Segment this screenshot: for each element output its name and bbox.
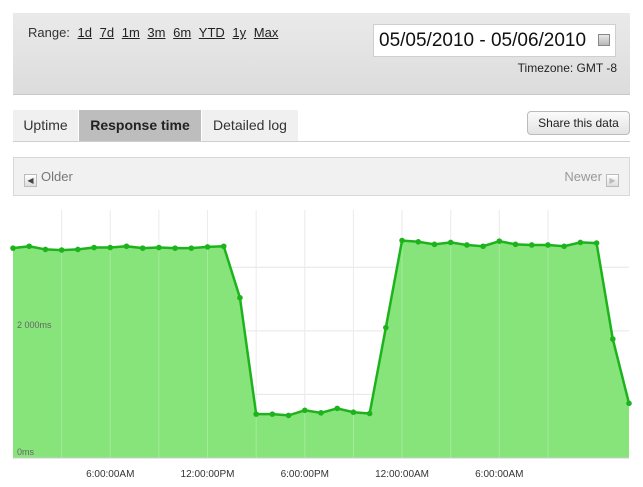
y-tick-label: 2 000ms [17, 320, 52, 330]
calendar-icon[interactable] [598, 34, 610, 46]
data-point [75, 246, 81, 253]
data-point [545, 242, 551, 248]
data-point [26, 243, 33, 250]
data-point [512, 241, 519, 248]
x-tick-label: 12:00:00AM [375, 469, 429, 480]
data-point [220, 243, 227, 250]
data-point [91, 244, 97, 251]
arrow-left-icon: ◀ [24, 174, 37, 187]
x-tick-label: 12:00:00PM [181, 469, 235, 480]
data-point [447, 239, 454, 246]
data-point [626, 400, 632, 407]
response-time-chart: 0ms 2 000ms 6:00:00AM 12:00:00PM 6:00:00PM 12… [10, 210, 632, 480]
range-7d-link[interactable]: 7d [100, 25, 114, 40]
range-ytd-link[interactable]: YTD [199, 25, 225, 40]
tab-detailed-log[interactable]: Detailed log [202, 110, 298, 141]
range-toolbar: Range: 1d 7d 1m 3m 6m YTD 1y Max 05/05/2… [13, 13, 630, 95]
series-area [13, 240, 629, 458]
tab-uptime[interactable]: Uptime [13, 110, 78, 141]
x-tick-label: 6:00:00PM [281, 469, 329, 480]
range-1y-link[interactable]: 1y [232, 25, 246, 40]
data-point [172, 245, 178, 251]
data-point [528, 242, 535, 248]
data-point [285, 412, 292, 419]
data-point [301, 407, 308, 414]
data-point [350, 409, 357, 416]
timezone-label: Timezone: GMT -8 [517, 61, 617, 75]
data-point [464, 242, 470, 248]
data-point [253, 411, 259, 417]
data-point [399, 237, 405, 244]
data-point [188, 245, 195, 251]
data-point [204, 244, 211, 250]
data-point [415, 238, 422, 245]
x-tick-label: 6:00:00AM [475, 469, 523, 480]
tab-divider [13, 141, 630, 142]
data-point [139, 245, 146, 251]
pager-bar: ◀ Older Newer ▶ [13, 157, 630, 196]
newer-button[interactable]: Newer ▶ [564, 169, 619, 187]
data-point [334, 405, 341, 412]
newer-label: Newer [564, 169, 602, 184]
data-point [383, 324, 389, 331]
data-point [58, 247, 65, 253]
x-tick-label: 6:00:00AM [86, 469, 134, 480]
tab-response-time[interactable]: Response time [79, 110, 201, 141]
older-label: Older [41, 169, 73, 184]
data-point [42, 246, 49, 253]
data-point [593, 240, 600, 246]
data-point [431, 241, 438, 248]
data-point [237, 294, 243, 301]
data-point [269, 411, 276, 417]
data-point [366, 410, 373, 417]
data-point [480, 243, 486, 250]
data-point [10, 245, 16, 251]
data-point [609, 336, 616, 342]
older-button[interactable]: ◀ Older [24, 169, 73, 187]
data-point [577, 239, 584, 246]
range-selector: Range: 1d 7d 1m 3m 6m YTD 1y Max [28, 25, 278, 40]
data-point [561, 243, 567, 250]
data-point [496, 238, 503, 244]
data-point [107, 244, 114, 251]
date-range-value: 05/05/2010 - 05/06/2010 [379, 30, 587, 51]
range-1m-link[interactable]: 1m [122, 25, 140, 40]
data-point [156, 244, 162, 251]
share-data-button[interactable]: Share this data [527, 111, 630, 135]
y-tick-label: 0ms [17, 447, 35, 457]
data-point [123, 243, 130, 250]
range-label: Range: [28, 25, 70, 40]
date-range-field[interactable]: 05/05/2010 - 05/06/2010 [373, 24, 616, 57]
data-point [318, 410, 324, 416]
arrow-right-icon: ▶ [606, 174, 619, 187]
range-3m-link[interactable]: 3m [147, 25, 165, 40]
range-1d-link[interactable]: 1d [78, 25, 92, 40]
range-6m-link[interactable]: 6m [173, 25, 191, 40]
range-max-link[interactable]: Max [254, 25, 279, 40]
